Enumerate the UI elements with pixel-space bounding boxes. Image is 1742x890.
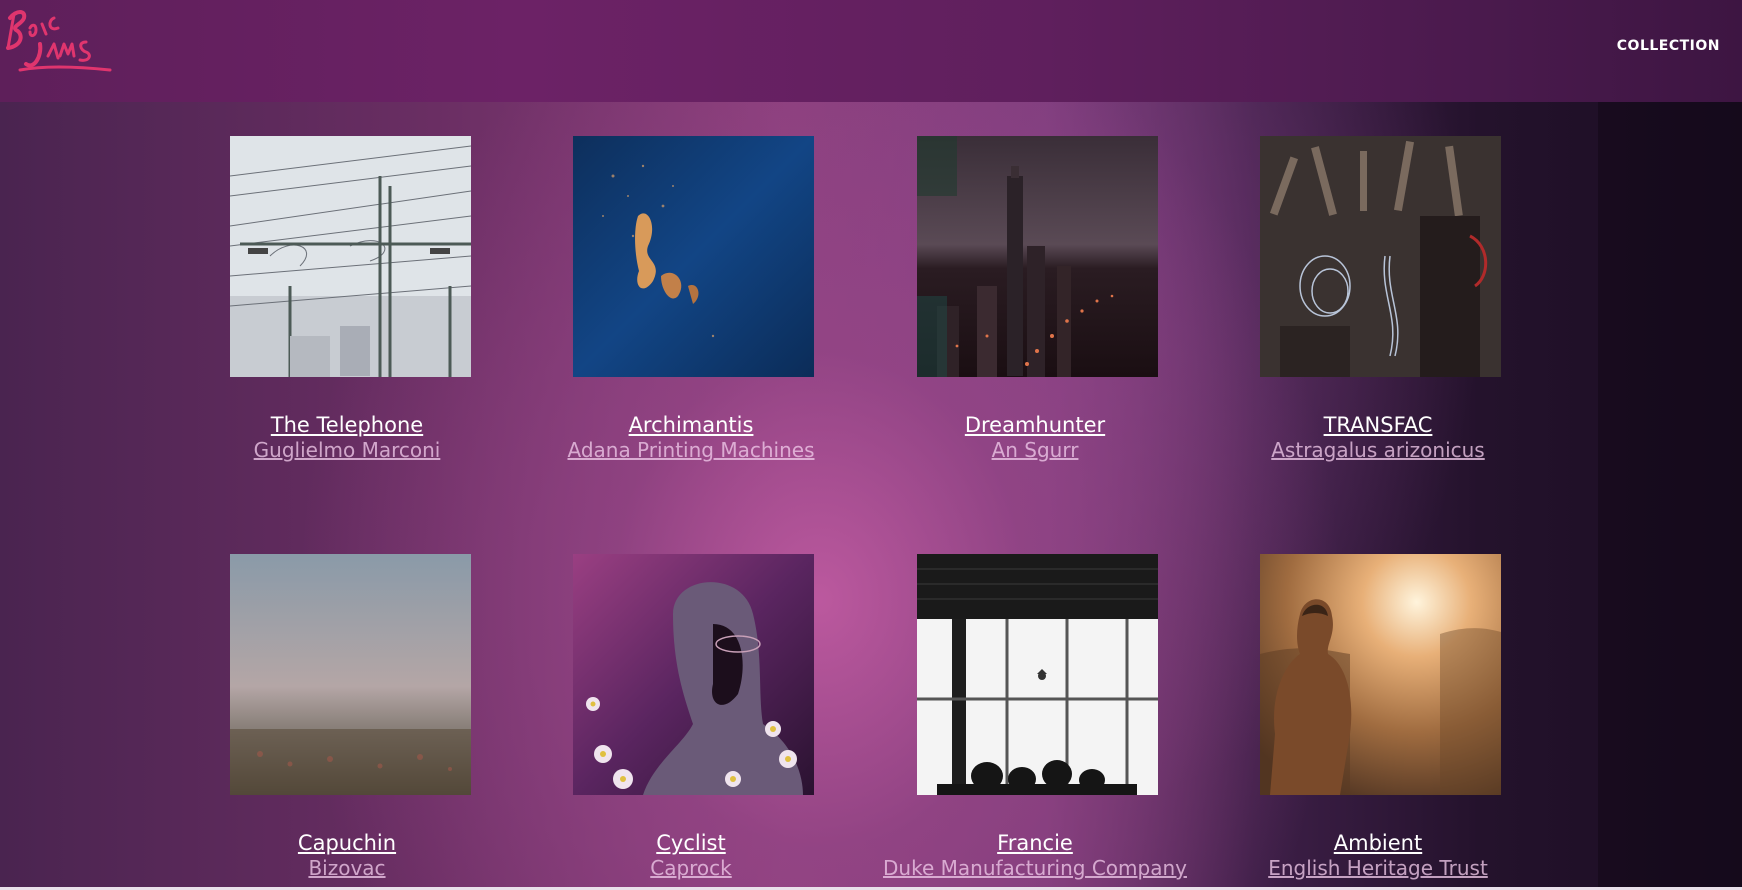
album-grid: The Telephone Guglielmo Marconi Archiman… xyxy=(0,0,1742,890)
album-artist-link[interactable]: Astragalus arizonicus xyxy=(1213,438,1543,462)
album-cover-link[interactable] xyxy=(917,554,1158,795)
album-cover-image xyxy=(573,554,814,795)
album-cover-image xyxy=(1260,136,1501,377)
album-cover-link[interactable] xyxy=(573,136,814,377)
album-title-link[interactable]: Capuchin xyxy=(182,831,512,855)
album-cover-image xyxy=(573,136,814,377)
album-title-link[interactable]: Ambient xyxy=(1213,831,1543,855)
album-cover-link[interactable] xyxy=(1260,554,1501,795)
album-cover-image xyxy=(917,554,1158,795)
album-artist-link[interactable]: Caprock xyxy=(526,856,856,880)
album-artist-link[interactable]: An Sgurr xyxy=(870,438,1200,462)
album-title-link[interactable]: Francie xyxy=(870,831,1200,855)
album-title-link[interactable]: TRANSFAC xyxy=(1213,413,1543,437)
album-cover-link[interactable] xyxy=(1260,136,1501,377)
album-title-link[interactable]: The Telephone xyxy=(182,413,512,437)
album-artist-link[interactable]: Guglielmo Marconi xyxy=(182,438,512,462)
album-artist-link[interactable]: Bizovac xyxy=(182,856,512,880)
album-title-link[interactable]: Cyclist xyxy=(526,831,856,855)
album-cover-link[interactable] xyxy=(917,136,1158,377)
album-artist-link[interactable]: Adana Printing Machines xyxy=(526,438,856,462)
album-artist-link[interactable]: Duke Manufacturing Company xyxy=(870,856,1200,880)
album-cover-link[interactable] xyxy=(230,136,471,377)
album-artist-link[interactable]: English Heritage Trust xyxy=(1213,856,1543,880)
album-title-link[interactable]: Dreamhunter xyxy=(870,413,1200,437)
page: COLLECTION The Telephone Guglielmo Marco… xyxy=(0,0,1742,890)
album-cover-image xyxy=(917,136,1158,377)
album-cover-image xyxy=(230,136,471,377)
album-cover-image xyxy=(230,554,471,795)
album-cover-image xyxy=(1260,554,1501,795)
album-title-link[interactable]: Archimantis xyxy=(526,413,856,437)
album-cover-link[interactable] xyxy=(573,554,814,795)
album-cover-link[interactable] xyxy=(230,554,471,795)
